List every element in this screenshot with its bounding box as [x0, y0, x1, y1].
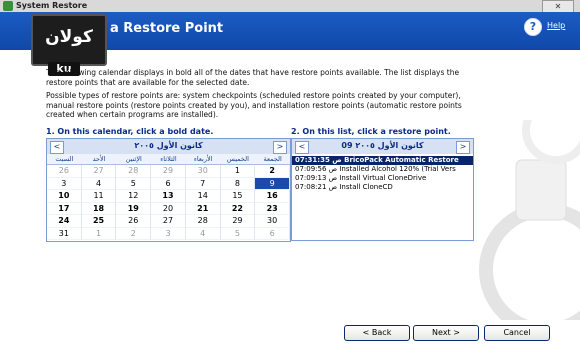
restore-calendar[interactable]: < كانون الأول ٢٠٠٥ > الجمعة الخميس الأربعا…: [46, 138, 291, 242]
weekday-label: الإثنين: [125, 155, 142, 163]
calendar-day[interactable]: 21: [185, 202, 221, 215]
weekday-label: الأربعاء: [193, 155, 213, 163]
calendar-day[interactable]: 7: [185, 177, 221, 190]
restore-point-item[interactable]: 07:09:56 ص Installed Alcohol 120% (Trial…: [292, 165, 473, 174]
calendar-instruction: 1. On this calendar, click a bold date.: [46, 127, 214, 136]
weekday-label: الأحد: [92, 155, 106, 163]
system-restore-icon: [3, 1, 13, 11]
calendar-day[interactable]: 4: [81, 177, 117, 190]
calendar-day[interactable]: 6: [255, 227, 290, 240]
calendar-day[interactable]: 2: [255, 165, 290, 178]
restore-point-item[interactable]: 07:09:13 ص Install Virtual CloneDrive: [292, 174, 473, 183]
calendar-month: كانون الأول ٢٠٠٥: [134, 141, 203, 150]
next-month-button[interactable]: >: [273, 141, 287, 154]
calendar-day[interactable]: 30: [255, 215, 290, 228]
calendar-day[interactable]: 11: [81, 190, 117, 203]
calendar-day[interactable]: 1: [81, 227, 117, 240]
weekday-label: الجمعة: [263, 155, 282, 163]
back-button[interactable]: < Back: [344, 325, 410, 341]
weekday-label: الثلاثاء: [160, 155, 177, 163]
calendar-day[interactable]: 1: [220, 165, 256, 178]
calendar-week: 30 29 28 27 26 25 24: [46, 215, 290, 228]
weekday-label: الخميس: [226, 155, 249, 163]
window-title: System Restore: [16, 1, 88, 10]
next-day-button[interactable]: >: [456, 141, 470, 154]
calendar-day[interactable]: 29: [151, 165, 186, 178]
calendar-day[interactable]: 23: [255, 202, 290, 215]
help-link[interactable]: Help: [547, 21, 565, 30]
calendar-week: 2 1 30 29 28 27 26: [46, 165, 290, 178]
restore-point-item[interactable]: 07:31:35 ص BricoPack Automatic Restore: [292, 156, 473, 165]
calendar-day[interactable]: 28: [116, 165, 152, 178]
calendar-day[interactable]: 17: [46, 202, 82, 215]
page-title: a Restore Point: [110, 21, 224, 36]
calendar-day[interactable]: 12: [116, 190, 152, 203]
weekday-header: الجمعة الخميس الأربعاء الثلاثاء الإثنين الأحد…: [47, 154, 290, 165]
calendar-day[interactable]: 5: [220, 227, 256, 240]
calendar-day[interactable]: 6: [151, 177, 186, 190]
calendar-day[interactable]: 29: [220, 215, 256, 228]
calendar-day[interactable]: 25: [81, 215, 117, 228]
calendar-day[interactable]: 27: [151, 215, 186, 228]
calendar-day[interactable]: 27: [81, 165, 117, 178]
calendar-day[interactable]: 8: [220, 177, 256, 190]
calendar-day[interactable]: 5: [116, 177, 152, 190]
calendar-day[interactable]: 9: [255, 177, 290, 190]
calendar-day[interactable]: 19: [116, 202, 152, 215]
calendar-day[interactable]: 24: [46, 215, 82, 228]
calendar-day[interactable]: 26: [46, 165, 82, 178]
calendar-day[interactable]: 22: [220, 202, 256, 215]
calendar-day[interactable]: 2: [116, 227, 152, 240]
restore-point-list[interactable]: < كانون الأول ٢٠٠٥ 09 > 07:31:35 ص Brico…: [291, 138, 474, 241]
calendar-day[interactable]: 15: [220, 190, 256, 203]
calendar-day[interactable]: 28: [185, 215, 221, 228]
calendar-day[interactable]: 20: [151, 202, 186, 215]
calendar-week: 23 22 21 20 19 18 17: [46, 202, 290, 215]
system-restore-illustration: [479, 120, 580, 320]
calendar-day[interactable]: 13: [151, 190, 186, 203]
calendar-grid: 2 1 30 29 28 27 26 9 8 7 6 5 4 3 16 15 14 13 12 11 10 23 22 21 2…: [46, 165, 290, 240]
calendar-day[interactable]: 4: [185, 227, 221, 240]
calendar-week: 9876543: [46, 177, 290, 190]
weekday-label: السبت: [55, 155, 74, 163]
calendar-day[interactable]: 18: [81, 202, 117, 215]
calendar-day[interactable]: 14: [185, 190, 221, 203]
calendar-week: 16 15 14 13 12 11 10: [46, 190, 290, 203]
calendar-header: < كانون الأول ٢٠٠٥ >: [47, 139, 290, 154]
restore-point-item[interactable]: 07:08:21 ص Install CloneCD: [292, 183, 473, 192]
cancel-button[interactable]: Cancel: [484, 325, 550, 341]
description-text: The following calendar displays in bold …: [46, 68, 460, 87]
help-icon[interactable]: ?: [524, 18, 542, 36]
calendar-day[interactable]: 30: [185, 165, 221, 178]
list-instruction: 2. On this list, click a restore point.: [291, 127, 451, 136]
watermark-logo: كولان: [31, 14, 107, 66]
list-date: كانون الأول ٢٠٠٥ 09: [341, 141, 424, 150]
calendar-day[interactable]: 16: [255, 190, 290, 203]
calendar-day[interactable]: 26: [116, 215, 152, 228]
calendar-day[interactable]: 31: [46, 227, 82, 240]
calendar-day[interactable]: 3: [46, 177, 82, 190]
list-header: < كانون الأول ٢٠٠٥ 09 >: [292, 139, 473, 154]
calendar-day[interactable]: 3: [151, 227, 186, 240]
calendar-day[interactable]: 10: [46, 190, 82, 203]
restore-types-text: Possible types of restore points are: sy…: [46, 91, 462, 119]
next-button[interactable]: Next >: [413, 325, 479, 341]
calendar-week: 6 5 4 3 2 1 31: [46, 227, 290, 240]
